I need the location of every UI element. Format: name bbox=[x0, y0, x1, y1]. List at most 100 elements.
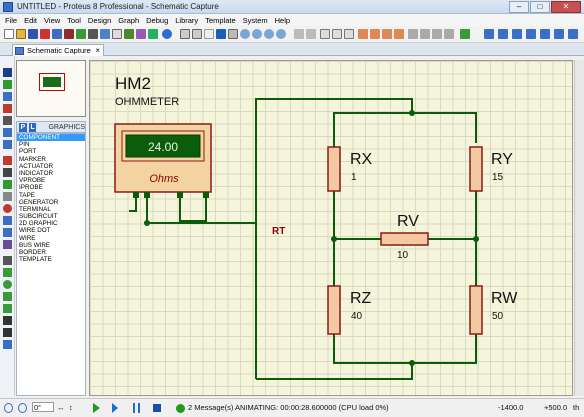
copy-icon[interactable] bbox=[332, 29, 342, 39]
wire-top-rail[interactable] bbox=[333, 112, 477, 143]
menu-system[interactable]: System bbox=[243, 16, 268, 25]
list-item[interactable]: SUBCIRCUIT bbox=[17, 213, 85, 220]
make-device-icon[interactable] bbox=[420, 29, 430, 39]
list-item[interactable]: TAPE bbox=[17, 192, 85, 199]
list-item[interactable]: TEMPLATE bbox=[17, 256, 85, 263]
wire-autoroute-icon[interactable] bbox=[460, 29, 470, 39]
rotation-angle-field[interactable]: 0° bbox=[32, 402, 54, 412]
minimize-button[interactable]: – bbox=[509, 1, 529, 13]
junction-dot-icon[interactable] bbox=[3, 92, 12, 101]
list-item[interactable]: MARKER bbox=[17, 156, 85, 163]
open-folder-icon[interactable] bbox=[16, 29, 26, 39]
mirror-horizontal-icon[interactable]: ↔ bbox=[57, 403, 65, 412]
stop-icon[interactable] bbox=[153, 404, 161, 412]
property-assign-icon[interactable] bbox=[484, 29, 494, 39]
resistor-rz[interactable] bbox=[327, 285, 341, 335]
ares-icon[interactable] bbox=[52, 29, 62, 39]
netlist-icon[interactable] bbox=[100, 29, 110, 39]
menu-library[interactable]: Library bbox=[175, 16, 198, 25]
list-item[interactable]: BUS WIRE bbox=[17, 242, 85, 249]
zoom-area-icon[interactable] bbox=[276, 29, 286, 39]
path-tool-icon[interactable] bbox=[3, 304, 12, 313]
pan-icon[interactable] bbox=[228, 29, 238, 39]
overview-window[interactable] bbox=[16, 60, 86, 117]
selection-mode-icon[interactable] bbox=[3, 68, 12, 77]
remove-sheet-icon[interactable] bbox=[512, 29, 522, 39]
box-tool-icon[interactable] bbox=[3, 268, 12, 277]
isis-icon[interactable] bbox=[40, 29, 50, 39]
list-item[interactable]: ACTUATOR bbox=[17, 163, 85, 170]
crosshair-icon[interactable] bbox=[216, 29, 226, 39]
electrical-rule-check-icon[interactable] bbox=[554, 29, 564, 39]
rotate-ccw-icon[interactable] bbox=[18, 403, 27, 413]
zoom-all-icon[interactable] bbox=[264, 29, 274, 39]
marker-tool-icon[interactable] bbox=[3, 340, 12, 349]
bom-icon[interactable] bbox=[64, 29, 74, 39]
message-count[interactable]: 2 Message(s) bbox=[188, 403, 233, 412]
menu-debug[interactable]: Debug bbox=[146, 16, 168, 25]
component-icon[interactable] bbox=[76, 29, 86, 39]
subcircuit-mode-icon[interactable] bbox=[3, 140, 12, 149]
menu-graph[interactable]: Graph bbox=[118, 16, 139, 25]
device-pins-icon[interactable] bbox=[3, 168, 12, 177]
bill-of-materials-icon[interactable] bbox=[540, 29, 550, 39]
tape-recorder-icon[interactable] bbox=[3, 192, 12, 201]
block-move-icon[interactable] bbox=[370, 29, 380, 39]
circle-tool-icon[interactable] bbox=[3, 280, 12, 289]
resistor-rw[interactable] bbox=[469, 285, 483, 335]
list-item[interactable]: VPROBE bbox=[17, 177, 85, 184]
tab-close-button[interactable]: × bbox=[95, 46, 100, 55]
library-manager-button[interactable]: L bbox=[28, 122, 37, 132]
list-item[interactable]: 2D GRAPHIC bbox=[17, 220, 85, 227]
arc-tool-icon[interactable] bbox=[3, 292, 12, 301]
list-item[interactable]: GENERATOR bbox=[17, 199, 85, 206]
list-item[interactable]: WIRE DOT bbox=[17, 227, 85, 234]
text-tool-icon[interactable] bbox=[3, 316, 12, 325]
wire-rt[interactable] bbox=[146, 193, 256, 224]
menu-file[interactable]: File bbox=[5, 16, 17, 25]
menu-design[interactable]: Design bbox=[88, 16, 111, 25]
list-item[interactable]: TERMINAL bbox=[17, 206, 85, 213]
menu-tool[interactable]: Tool bbox=[67, 16, 81, 25]
close-button[interactable]: ✕ bbox=[551, 1, 581, 13]
resistor-ry[interactable] bbox=[469, 146, 483, 192]
search-icon[interactable] bbox=[408, 29, 418, 39]
generator-mode-icon[interactable] bbox=[3, 204, 12, 213]
component-mode-icon[interactable] bbox=[3, 80, 12, 89]
list-item[interactable]: PORT bbox=[17, 148, 85, 155]
menu-view[interactable]: View bbox=[44, 16, 60, 25]
redo-icon[interactable] bbox=[306, 29, 316, 39]
net-label-rt[interactable]: RT bbox=[272, 226, 285, 237]
step-icon[interactable] bbox=[112, 403, 118, 413]
decompose-icon[interactable] bbox=[444, 29, 454, 39]
vertical-scrollbar[interactable] bbox=[574, 60, 584, 396]
menu-edit[interactable]: Edit bbox=[24, 16, 37, 25]
list-item[interactable]: IPROBE bbox=[17, 184, 85, 191]
parent-sheet-icon[interactable] bbox=[526, 29, 536, 39]
menu-template[interactable]: Template bbox=[205, 16, 235, 25]
new-sheet-icon[interactable] bbox=[498, 29, 508, 39]
list-item[interactable]: PIN bbox=[17, 141, 85, 148]
line-tool-icon[interactable] bbox=[3, 256, 12, 265]
zoom-out-icon[interactable] bbox=[252, 29, 262, 39]
list-item[interactable]: BORDER bbox=[17, 249, 85, 256]
block-delete-icon[interactable] bbox=[394, 29, 404, 39]
refresh-icon[interactable] bbox=[180, 29, 190, 39]
list-item[interactable]: WIRE bbox=[17, 235, 85, 242]
resistor-rv[interactable] bbox=[380, 232, 429, 246]
wire-bottom-feed[interactable] bbox=[256, 363, 413, 380]
pause-icon[interactable] bbox=[133, 403, 140, 413]
block-rotate-icon[interactable] bbox=[382, 29, 392, 39]
wire-bottom-rail[interactable] bbox=[333, 334, 477, 364]
rotate-icon[interactable] bbox=[4, 403, 13, 413]
list-item[interactable]: COMPONENT bbox=[17, 134, 85, 142]
menu-help[interactable]: Help bbox=[275, 16, 290, 25]
symbol-tool-icon[interactable] bbox=[3, 328, 12, 337]
pick-device-icon[interactable] bbox=[148, 29, 158, 39]
play-icon[interactable] bbox=[93, 403, 100, 413]
current-probe-icon[interactable] bbox=[3, 228, 12, 237]
help-icon[interactable] bbox=[162, 29, 172, 39]
gerber-icon[interactable] bbox=[124, 29, 134, 39]
paste-icon[interactable] bbox=[344, 29, 354, 39]
schematic-canvas[interactable]: 24.00 Ohms HM2 OHMMETER RT RX 1 RY 15 RV… bbox=[89, 60, 573, 396]
